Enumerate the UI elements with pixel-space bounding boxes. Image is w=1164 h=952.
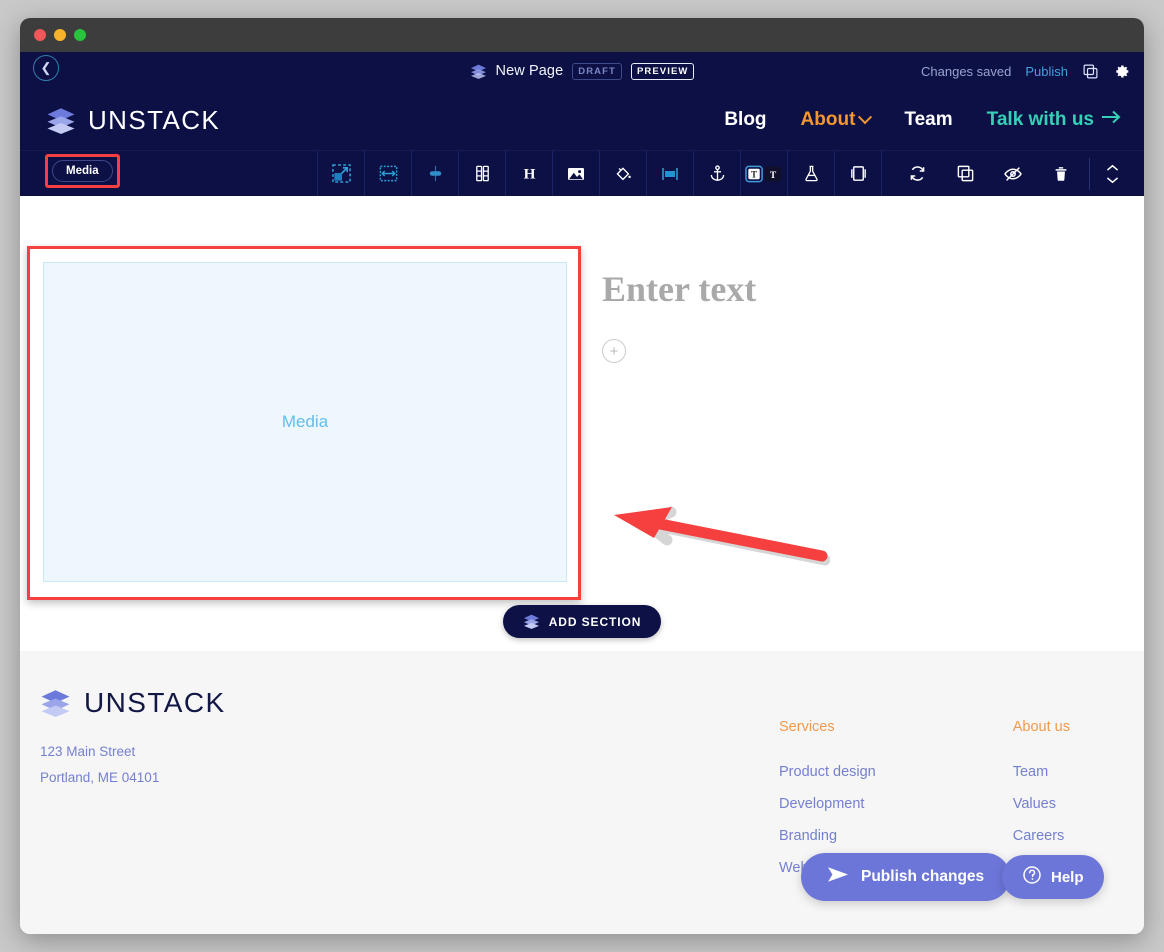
nav-item-about-label: About xyxy=(801,109,856,131)
add-section-button[interactable]: ADD SECTION xyxy=(503,605,662,638)
resize-crop-icon[interactable] xyxy=(317,151,364,196)
editor-topbar: ❮ New Page DRAFT PREVIEW Changes saved P… xyxy=(20,52,1144,90)
question-circle-icon xyxy=(1022,865,1042,889)
browser-window: ❮ New Page DRAFT PREVIEW Changes saved P… xyxy=(20,18,1144,934)
site-nav: Blog About Team Talk with us xyxy=(724,109,1122,131)
toolbar-actions xyxy=(893,151,1130,196)
fill-color-icon[interactable] xyxy=(599,151,646,196)
selected-block-badge[interactable]: Media xyxy=(52,160,113,182)
window-titlebar xyxy=(20,18,1144,52)
chevron-up-icon xyxy=(1106,164,1119,172)
toolbar-tools: H xyxy=(317,151,882,196)
width-adjust-icon[interactable] xyxy=(364,151,411,196)
publish-changes-button[interactable]: Publish changes xyxy=(801,853,1010,901)
editor-topbar-actions: Changes saved Publish xyxy=(921,63,1130,80)
arrow-right-icon xyxy=(1100,109,1122,131)
site-brand-name: UNSTACK xyxy=(88,105,220,136)
unstack-layers-icon xyxy=(46,107,76,134)
plus-circle-icon[interactable]: + xyxy=(602,339,626,363)
copy-icon[interactable] xyxy=(1082,63,1099,80)
send-icon xyxy=(827,866,849,888)
window-maximize-button[interactable] xyxy=(74,29,86,41)
unstack-layers-icon xyxy=(470,64,487,79)
chevron-down-icon xyxy=(1106,176,1119,184)
columns-icon[interactable] xyxy=(458,151,505,196)
gear-icon[interactable] xyxy=(1113,63,1130,80)
svg-text:T: T xyxy=(770,170,777,180)
footer-link[interactable]: Product design xyxy=(779,764,876,780)
selected-media-block[interactable]: Media xyxy=(27,246,581,600)
clone-icon[interactable] xyxy=(941,151,989,196)
changes-saved-status: Changes saved xyxy=(921,64,1011,79)
image-icon[interactable] xyxy=(552,151,599,196)
text-block-column: Enter text + xyxy=(602,271,1002,363)
page-canvas: Media Enter text + ADD SECTION xyxy=(20,196,1144,651)
duplicate-layout-icon[interactable] xyxy=(834,151,882,196)
anchor-icon[interactable] xyxy=(693,151,740,196)
window-close-button[interactable] xyxy=(34,29,46,41)
nav-item-talk-with-us[interactable]: Talk with us xyxy=(987,109,1122,131)
site-logo[interactable]: UNSTACK xyxy=(46,105,220,136)
footer-link[interactable]: Branding xyxy=(779,828,876,844)
window-minimize-button[interactable] xyxy=(54,29,66,41)
add-section-row: ADD SECTION xyxy=(20,605,1144,638)
footer-column-title: About us xyxy=(1013,719,1070,735)
unstack-layers-icon xyxy=(40,689,71,717)
preview-button[interactable]: PREVIEW xyxy=(631,63,695,80)
nav-item-blog[interactable]: Blog xyxy=(724,109,766,131)
block-toolbar: Media xyxy=(20,150,1144,196)
help-label: Help xyxy=(1051,869,1084,886)
footer-link[interactable]: Team xyxy=(1013,764,1070,780)
toolbar-divider xyxy=(1089,158,1090,190)
text-placeholder[interactable]: Enter text xyxy=(602,271,1002,307)
delete-icon[interactable] xyxy=(1037,151,1085,196)
footer-link[interactable]: Values xyxy=(1013,796,1070,812)
chevron-down-icon xyxy=(858,110,872,124)
spacing-icon[interactable] xyxy=(411,151,458,196)
add-section-label: ADD SECTION xyxy=(549,615,642,629)
footer-link[interactable]: Development xyxy=(779,796,876,812)
footer-column-title: Services xyxy=(779,719,876,735)
svg-text:T: T xyxy=(751,169,757,179)
publish-link[interactable]: Publish xyxy=(1025,64,1068,79)
selected-block-highlight: Media xyxy=(45,154,120,188)
footer-brand-name: UNSTACK xyxy=(84,687,226,719)
footer-link[interactable]: Careers xyxy=(1013,828,1070,844)
document-title[interactable]: New Page xyxy=(496,63,564,79)
heading-icon[interactable]: H xyxy=(505,151,552,196)
experiment-icon[interactable] xyxy=(787,151,834,196)
unstack-layers-icon xyxy=(523,614,540,629)
footer-logo[interactable]: UNSTACK xyxy=(40,687,1118,719)
nav-item-about[interactable]: About xyxy=(801,109,871,131)
nav-item-talk-label: Talk with us xyxy=(987,109,1094,131)
move-block-stepper[interactable] xyxy=(1094,164,1130,184)
svg-text:H: H xyxy=(523,166,535,183)
nav-item-team[interactable]: Team xyxy=(904,109,952,131)
refresh-icon[interactable] xyxy=(893,151,941,196)
text-style-icon[interactable]: T T xyxy=(740,151,787,196)
help-button[interactable]: Help xyxy=(1002,855,1104,899)
hide-icon[interactable] xyxy=(989,151,1037,196)
background-icon[interactable] xyxy=(646,151,693,196)
media-placeholder[interactable]: Media xyxy=(43,262,567,582)
publish-changes-label: Publish changes xyxy=(861,868,984,886)
status-badge-draft: DRAFT xyxy=(572,63,622,80)
site-header: UNSTACK Blog About Team Talk with us xyxy=(20,90,1144,150)
